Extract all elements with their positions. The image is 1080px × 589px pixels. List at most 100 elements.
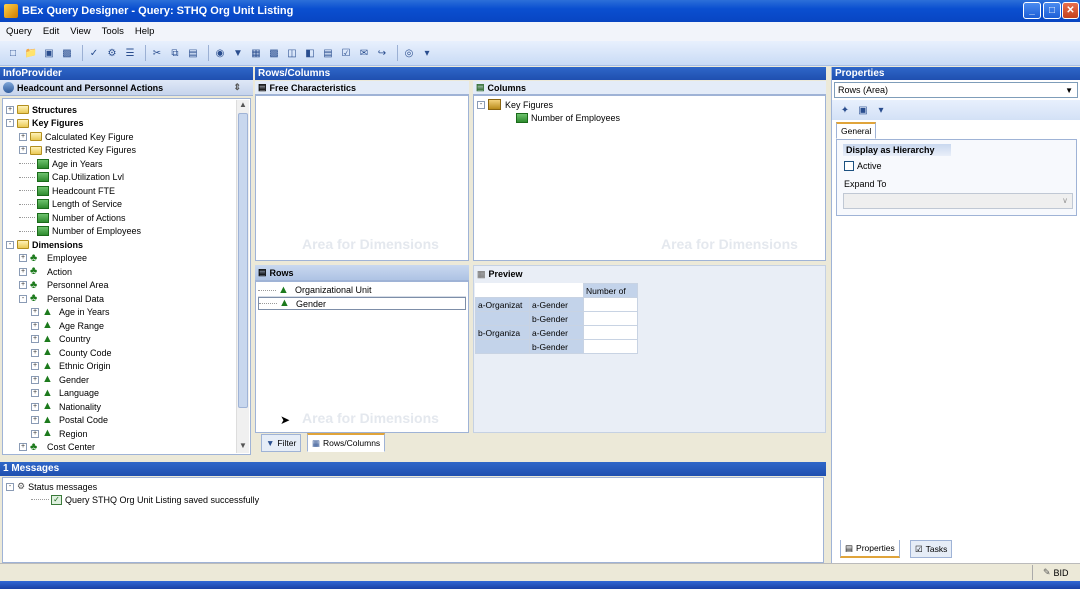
rows-columns-icon[interactable]: ▦ [249,46,263,60]
tree-item[interactable]: + ♣ Action [19,265,72,278]
copy-icon[interactable]: ⧉ [168,46,182,60]
free-characteristics-dropzone[interactable]: Area for Dimensions [255,95,469,261]
cells-icon[interactable]: ▩ [267,46,281,60]
rows-item-gender[interactable]: ▲ Gender [258,297,466,310]
tree-item[interactable]: + ▲ Language [31,387,99,400]
save-all-icon[interactable]: ▩ [60,46,74,60]
tree-item[interactable]: + ▲ Gender [31,373,89,386]
tree-item[interactable]: + Structures [6,103,77,116]
sort-icon[interactable]: ⇕ [233,82,241,93]
save-icon[interactable]: ▣ [856,103,870,117]
collapse-icon[interactable]: - [19,294,27,303]
tab-filter[interactable]: ▼ Filter [261,434,302,452]
expand-icon[interactable]: + [19,267,27,276]
properties-icon[interactable]: ▤ [321,46,335,60]
expand-icon[interactable]: + [31,321,39,330]
tree-item[interactable]: + ▲ Age Range [31,319,104,332]
columns-dropzone[interactable]: - Key Figures Number of Employees Area f… [473,95,826,261]
conditions-icon[interactable]: ◫ [285,46,299,60]
help-dropdown-icon[interactable]: ▾ [874,103,888,117]
menu-help[interactable]: Help [135,26,155,37]
save-icon[interactable]: ▣ [42,46,56,60]
tree-item[interactable]: - Dimensions [6,238,83,251]
close-button[interactable]: ✕ [1062,2,1079,19]
filter-icon[interactable]: ▼ [231,46,245,60]
tree-scrollbar[interactable]: ▲ ▼ [236,100,249,453]
message-item[interactable]: ✓ Query STHQ Org Unit Listing saved succ… [31,493,259,506]
collapse-icon[interactable]: - [6,482,14,491]
paste-icon[interactable]: ▤ [186,46,200,60]
help-dropdown-icon[interactable]: ▾ [420,46,434,60]
expand-icon[interactable]: + [19,146,27,154]
tab-general[interactable]: General [836,122,877,139]
menu-view[interactable]: View [70,26,90,37]
messages-icon[interactable]: ✉ [357,46,371,60]
tree-item[interactable]: Number of Employees [19,225,141,238]
scroll-up-icon[interactable]: ▲ [237,100,249,112]
tree-item[interactable]: Cap.Utilization Lvl [19,171,124,184]
infoprovider-icon[interactable]: ◉ [213,46,227,60]
tree-item[interactable]: Length of Service [19,198,122,211]
tree-item[interactable]: Age in Years [19,157,103,170]
expand-icon[interactable]: + [19,254,27,262]
expand-icon[interactable]: + [31,389,39,397]
tree-item[interactable]: + ▲ Ethnic Origin [31,360,111,373]
collapse-icon[interactable]: - [6,119,14,127]
minimize-button[interactable]: _ [1023,2,1041,19]
tree-item[interactable]: + ♣ Employee [19,252,87,265]
expand-icon[interactable]: + [19,132,27,141]
expand-icon[interactable]: + [31,335,39,343]
collapse-icon[interactable]: - [477,100,485,109]
chevron-down-icon[interactable]: ▼ [1065,86,1073,95]
tree-item[interactable]: + ▲ Nationality [31,400,101,413]
expand-icon[interactable]: + [31,308,39,316]
expand-icon[interactable]: + [31,362,39,370]
tab-tasks[interactable]: ☑ Tasks [910,540,953,558]
rows-area[interactable]: ▤ Rows ▲ Organizational Unit ▲ Gender ➤ … [255,265,469,433]
menu-edit[interactable]: Edit [43,26,59,37]
properties-selector-dropdown[interactable]: Rows (Area) ▼ [834,82,1078,98]
tree-item[interactable]: + ▲ Age in Years [31,306,110,319]
open-icon[interactable]: 📁 [24,46,38,60]
technical-names-icon[interactable]: ◎ [402,46,416,60]
tree-item[interactable]: + ▲ County Code [31,346,112,359]
status-messages-group[interactable]: - ⚙ Status messages [6,480,97,493]
tasks-icon[interactable]: ☑ [339,46,353,60]
expand-icon[interactable]: + [31,402,39,411]
scroll-down-icon[interactable]: ▼ [237,441,249,453]
expand-to-dropdown[interactable]: ∨ [843,193,1073,209]
maximize-button[interactable]: □ [1043,2,1061,19]
wand-icon[interactable]: ✦ [838,103,852,117]
tree-item[interactable]: + ▲ Postal Code [31,414,108,427]
tab-properties[interactable]: ▤ Properties [840,540,900,558]
menu-tools[interactable]: Tools [102,26,124,37]
tree-item[interactable]: - Key Figures [6,117,84,130]
expand-icon[interactable]: + [31,375,39,384]
exceptions-icon[interactable]: ◧ [303,46,317,60]
tree-item[interactable]: Headcount FTE [19,184,115,197]
expand-icon[interactable]: + [31,416,39,424]
tree-item[interactable]: + ♣ Cost Center [19,441,95,454]
columns-area[interactable]: ▤ Columns - Key Figures Number of Employ… [473,81,826,261]
active-checkbox[interactable] [844,161,854,171]
tree-item[interactable]: Number of Actions [19,211,126,224]
collapse-icon[interactable]: - [6,240,14,249]
new-icon[interactable]: □ [6,46,20,60]
tree-item[interactable]: + ♣ Personnel Area [19,279,109,292]
expand-icon[interactable]: + [19,443,27,451]
columns-item-number-of-employees[interactable]: Number of Employees [516,111,620,124]
columns-item-key-figures[interactable]: - Key Figures [477,98,553,111]
scroll-thumb[interactable] [238,113,248,408]
query-properties-icon[interactable]: ⚙ [105,46,119,60]
tree-item[interactable]: + Restricted Key Figures [19,144,136,157]
expand-icon[interactable]: + [31,348,39,357]
cut-icon[interactable]: ✂ [150,46,164,60]
publish-icon[interactable]: ☰ [123,46,137,60]
tab-rows-columns[interactable]: ▦ Rows/Columns [307,433,386,452]
tree-item[interactable]: - ♣ Personal Data [19,292,104,305]
free-characteristics-area[interactable]: ▤ Free Characteristics Area for Dimensio… [255,81,469,261]
chevron-down-icon[interactable]: ∨ [1062,196,1068,205]
expand-icon[interactable]: + [31,429,39,438]
check-query-icon[interactable]: ✓ [87,46,101,60]
rows-item-organizational-unit[interactable]: ▲ Organizational Unit [258,284,466,297]
